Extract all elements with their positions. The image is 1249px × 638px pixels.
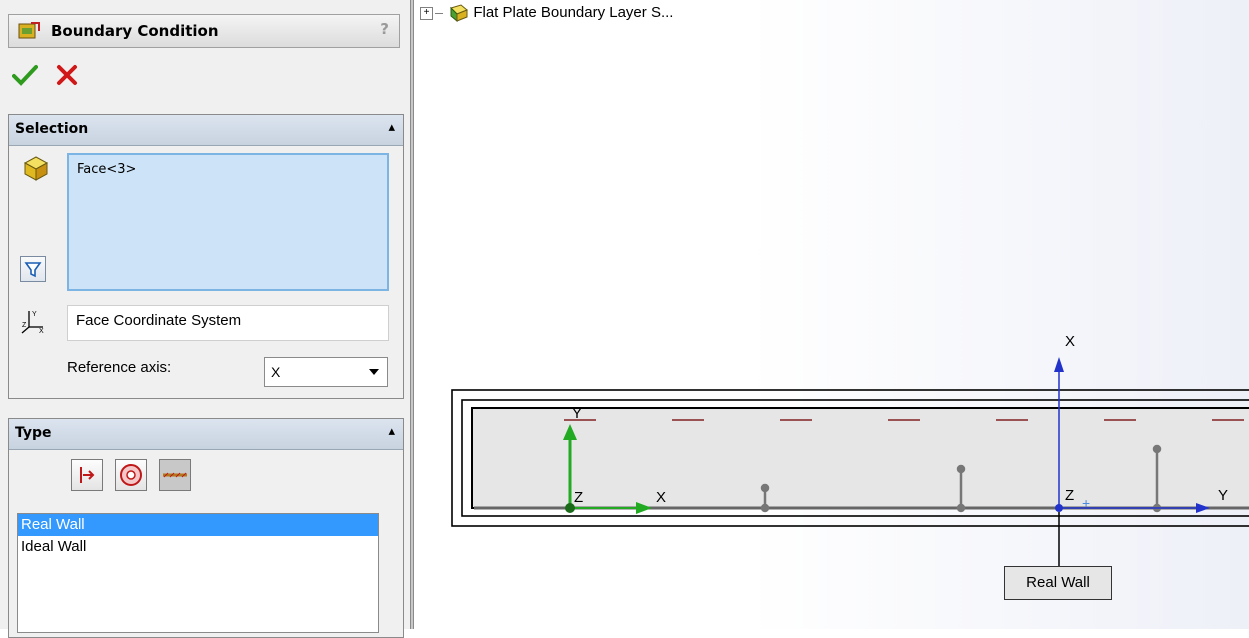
- type-header-label: Type: [15, 425, 52, 441]
- collapse-chevron-icon[interactable]: ▴: [388, 120, 395, 135]
- reference-axis-select[interactable]: X: [264, 357, 388, 387]
- face-cube-icon: [23, 156, 49, 181]
- pressure-opening-icon: [120, 464, 142, 486]
- coordinate-system-icon: Y X Z: [21, 311, 44, 335]
- svg-text:Y: Y: [32, 311, 37, 318]
- selection-group-header[interactable]: Selection ▴: [9, 115, 403, 146]
- dropdown-arrow-icon: [369, 369, 379, 375]
- panel-title-bar: Boundary Condition ?: [8, 14, 400, 48]
- triad-y-label: Y: [572, 405, 582, 422]
- reference-axis-label: Reference axis:: [67, 359, 172, 376]
- cancel-x-icon[interactable]: [56, 64, 78, 86]
- help-icon[interactable]: ?: [380, 20, 389, 38]
- face-x-arrow-icon: [1054, 357, 1064, 372]
- list-item[interactable]: Ideal Wall: [18, 536, 378, 558]
- svg-text:X: X: [39, 328, 44, 335]
- filter-icon: [24, 262, 42, 278]
- selection-item[interactable]: Face<3>: [77, 162, 136, 177]
- property-manager: Boundary Condition ? Selection ▴ Face<3>: [0, 0, 410, 638]
- type-group: Type ▴ Real Wall Ideal Wall: [8, 418, 404, 638]
- wall-type-list[interactable]: Real Wall Ideal Wall: [17, 513, 379, 633]
- triad-z-label: Z: [574, 489, 583, 506]
- pressure-openings-button[interactable]: [115, 459, 147, 491]
- type-group-header[interactable]: Type ▴: [9, 419, 403, 450]
- model-view[interactable]: Y X Z + X Z Y: [414, 0, 1249, 629]
- ok-checkmark-icon[interactable]: [12, 64, 38, 86]
- filter-button[interactable]: [20, 256, 46, 282]
- svg-text:Z: Z: [22, 322, 27, 329]
- face-y-label: Y: [1218, 487, 1228, 504]
- flow-opening-icon: [80, 467, 95, 483]
- face-x-label: X: [1065, 333, 1075, 350]
- triad-x-label: X: [656, 489, 666, 506]
- selection-group: Selection ▴ Face<3> Y X Z Face Coordinate …: [8, 114, 404, 399]
- wall-button[interactable]: [159, 459, 191, 491]
- flow-openings-button[interactable]: [71, 459, 103, 491]
- panel-title: Boundary Condition: [51, 22, 219, 40]
- selection-list-box[interactable]: Face<3>: [67, 153, 389, 291]
- collapse-chevron-icon[interactable]: ▴: [388, 424, 395, 439]
- selection-header-label: Selection: [15, 121, 89, 137]
- reference-axis-value: X: [271, 364, 281, 380]
- list-item[interactable]: Real Wall: [18, 514, 378, 536]
- face-z-label: Z: [1065, 487, 1074, 504]
- graphics-area[interactable]: + Flat Plate Boundary Layer S... Y X Z +…: [414, 0, 1249, 629]
- wall-icon: [163, 472, 187, 478]
- svg-text:+: +: [1082, 495, 1090, 511]
- real-wall-callout[interactable]: Real Wall: [1004, 566, 1112, 600]
- boundary-condition-icon: [18, 22, 40, 39]
- coordinate-system-field[interactable]: Face Coordinate System: [67, 305, 389, 341]
